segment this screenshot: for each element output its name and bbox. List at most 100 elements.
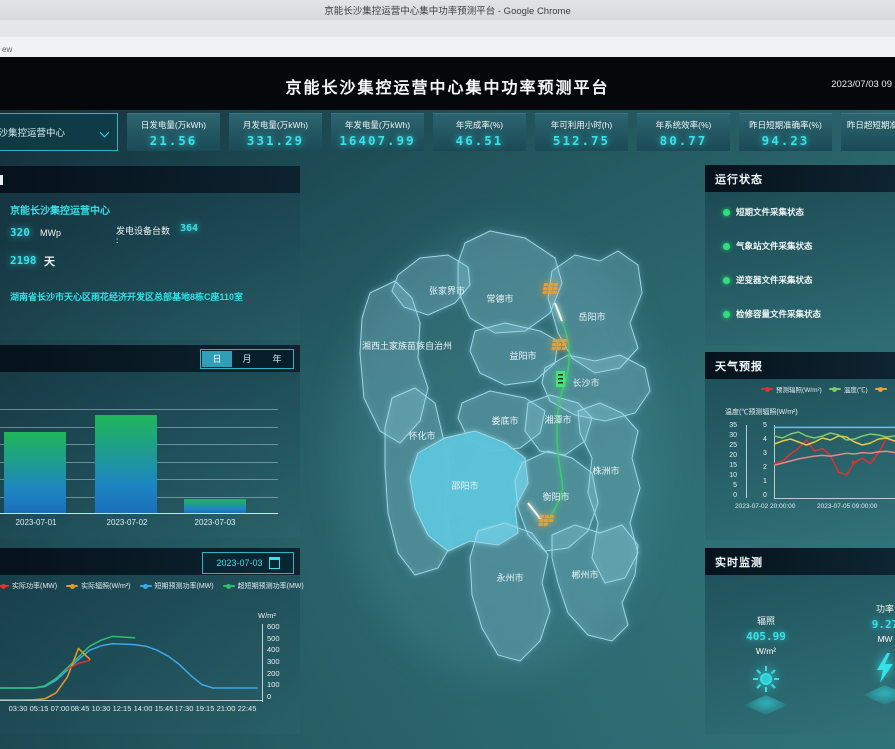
legend-item[interactable]: 超短期预测功率(MW)	[223, 581, 304, 591]
y-tick-label: 1	[763, 478, 767, 485]
status-item: 气象站文件采集状态	[723, 229, 821, 263]
y-tick-label: 4	[763, 436, 767, 443]
map-svg: 张家界市常德市岳阳市湘西土家族苗族自治州益阳市长沙市娄底市湘潭市怀化市株洲市邵阳…	[300, 163, 702, 740]
status-ok-dot	[723, 243, 730, 250]
y-tick-label: 10	[723, 472, 737, 479]
status-item-label: 短期文件采集状态	[736, 206, 804, 218]
stat-box: 昨日超短期准确率(%)	[841, 113, 895, 151]
y-tick-label: 300	[267, 657, 280, 666]
status-item: 检修容量文件采集状态	[723, 297, 821, 331]
solar-plant-icon[interactable]	[551, 339, 567, 350]
status-item-label: 气象站文件采集状态	[736, 240, 813, 252]
map-city-label: 怀化市	[408, 430, 435, 441]
period-tab-group: 日 月 年	[200, 349, 294, 369]
province-map: 张家界市常德市岳阳市湘西土家族苗族自治州益阳市长沙市娄底市湘潭市怀化市株洲市邵阳…	[300, 163, 702, 740]
realtime-power: 功率 9.27 MW	[855, 602, 895, 705]
legend-item[interactable]	[875, 384, 890, 394]
stat-label: 年可利用小时(h)	[535, 119, 628, 131]
panel-header: 实时监测	[705, 548, 895, 575]
y-tick-label: 25	[723, 442, 737, 449]
stat-value: 80.77	[637, 133, 730, 148]
legend-marker	[0, 585, 9, 587]
weather-legend: 预测辐照(W/m²) 温度(℃)	[761, 384, 895, 394]
capacity-value: 320	[10, 226, 30, 239]
browser-tabstrip[interactable]	[0, 20, 895, 37]
bar	[184, 499, 246, 513]
panel-header: 运行状态	[705, 165, 895, 192]
realtime-irradiance: 辐照 405.99 W/m²	[733, 614, 799, 715]
legend-dot	[1, 584, 6, 589]
status-ok-dot	[723, 209, 730, 216]
stat-value: 331.29	[229, 133, 322, 148]
power-legend: 实际功率(MW) 实际辐照(W/m²) 短期预测功率(MW) 超	[0, 581, 304, 591]
x-tick-label: 21:00	[217, 704, 236, 713]
x-tick-label: 03:30	[9, 704, 28, 713]
panel-header	[0, 166, 300, 193]
legend-item[interactable]: 实际功率(MW)	[0, 581, 57, 591]
legend-item[interactable]: 短期预测功率(MW)	[140, 581, 214, 591]
x-axis-label: 2023-07-01	[16, 518, 57, 527]
stat-box: 年系统效率(%) 80.77	[637, 113, 730, 151]
map-city-label: 郴州市	[571, 569, 598, 580]
clipped-text-fragment	[0, 175, 3, 185]
stat-box: 年完成率(%) 46.51	[433, 113, 526, 151]
legend-marker	[829, 388, 841, 390]
status-ok-dot	[723, 311, 730, 318]
gridline	[0, 409, 278, 410]
x-tick-label: 14:00	[134, 704, 153, 713]
capacity-unit: MWp	[40, 228, 61, 238]
legend-dot	[70, 584, 75, 589]
control-center-icon[interactable]	[556, 371, 565, 387]
station-select-value: 京能长沙集控运营中心	[0, 125, 65, 139]
y-tick-label: 35	[723, 422, 737, 429]
x-axis-line	[0, 700, 262, 701]
y-tick-label: 5	[763, 422, 767, 429]
legend-item[interactable]: 实际辐照(W/m²)	[66, 581, 130, 591]
bar	[4, 432, 66, 513]
x-tick-label: 08:45	[71, 704, 90, 713]
station-address: 湖南省长沙市天心区雨花经济开发区总部基地8栋C座110室	[10, 290, 290, 303]
stat-box: 年可利用小时(h) 512.75	[535, 113, 628, 151]
date-picker[interactable]: 2023-07-03	[202, 552, 294, 574]
x-tick-label: 19:15	[196, 704, 215, 713]
browser-toolbar[interactable]: ew	[0, 37, 895, 58]
map-city-label: 娄底市	[491, 415, 518, 426]
tab-day[interactable]: 日	[202, 351, 232, 367]
browser-titlebar: 京能长沙集控运营中心集中功率预测平台 - Google Chrome	[0, 0, 895, 20]
legend-label: 预测辐照(W/m²)	[776, 384, 822, 394]
legend-marker	[875, 388, 887, 390]
status-item: 短期文件采集状态	[723, 195, 821, 229]
bar-chart-plot	[0, 409, 278, 513]
legend-label: 短期预测功率(MW)	[155, 581, 214, 591]
page-title: 京能长沙集控运营中心集中功率预测平台	[0, 74, 895, 98]
url-text-fragment: ew	[2, 45, 12, 54]
device-count-colon: ∶	[116, 236, 118, 247]
y-tick-label: 400	[267, 645, 280, 654]
legend-item[interactable]: 预测辐照(W/m²)	[761, 384, 822, 394]
map-city-label: 长沙市	[572, 377, 599, 388]
browser-window-title: 京能长沙集控运营中心集中功率预测平台 - Google Chrome	[324, 3, 571, 17]
dashboard-header: 京能长沙集控运营中心集中功率预测平台 2023/07/03 09	[0, 57, 895, 110]
x-tick-label: 10:30	[92, 704, 111, 713]
y-tick-label: 0	[723, 492, 737, 499]
legend-marker	[223, 585, 235, 587]
tab-year[interactable]: 年	[262, 351, 292, 367]
tab-month[interactable]: 月	[232, 351, 262, 367]
legend-item[interactable]: 温度(℃)	[829, 384, 868, 394]
days-unit: 天	[44, 253, 55, 269]
stat-value: 512.75	[535, 133, 628, 148]
legend-marker	[66, 585, 78, 587]
weather-forecast-panel: 天气预报 预测辐照(W/m²) 温度(℃)	[705, 352, 895, 540]
x-tick-label: 12:15	[113, 704, 132, 713]
calendar-icon[interactable]	[269, 557, 280, 569]
power-label: 功率	[855, 602, 895, 615]
realtime-monitor-panel: 实时监测 辐照 405.99 W/m²	[705, 548, 895, 734]
run-status-panel: 运行状态 短期文件采集状态 气象站文件采集状态	[705, 165, 895, 345]
device-count-label: 发电设备台数	[116, 224, 170, 237]
stats-list: 日发电量(万kWh) 21.56 月发电量(万kWh) 331.29 年发电量(…	[127, 111, 895, 157]
y-tick-label: 500	[267, 634, 280, 643]
x-tick-label: 07:00	[51, 704, 70, 713]
station-select[interactable]: 京能长沙集控运营中心	[0, 113, 118, 151]
solar-plant-icon[interactable]	[542, 283, 558, 294]
legend-dot	[226, 584, 231, 589]
